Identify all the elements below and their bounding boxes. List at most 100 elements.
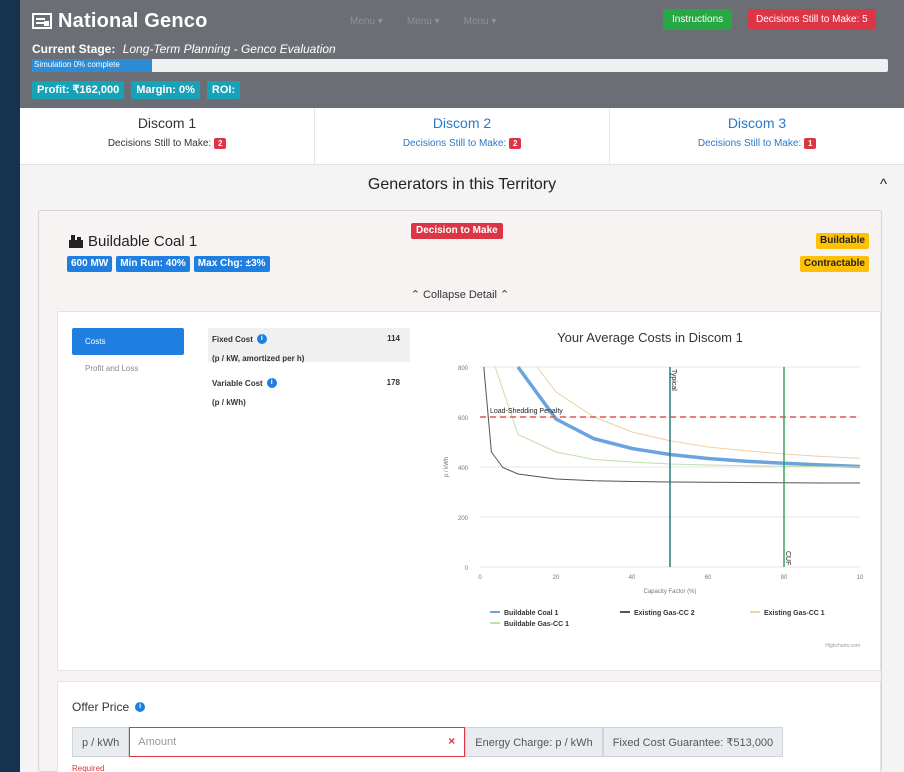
amount-input[interactable] <box>130 728 447 756</box>
legend-label: Buildable Gas-CC 1 <box>504 621 569 628</box>
x-axis-label: Capacity Factor (%) <box>643 589 696 595</box>
tab-sub-label: Decisions Still to Make: <box>107 138 212 149</box>
nav-costs[interactable]: Costs <box>72 328 184 355</box>
info-icon[interactable]: i <box>266 378 277 388</box>
clear-icon[interactable]: × <box>448 734 455 748</box>
cost-label: Variable Cost i <box>212 378 406 388</box>
ghost-nav-item[interactable]: Menu ▾ <box>407 16 440 27</box>
unit-addon: p / kWh <box>72 727 130 757</box>
chart-svg: Your Average Costs in Discom 1 0 200 400 600… <box>444 330 864 649</box>
energy-charge-addon: Energy Charge: p / kWh <box>465 727 603 757</box>
y-tick-label: 600 <box>458 416 469 422</box>
logo-icon <box>32 13 52 29</box>
fixed-cost-guarantee-addon: Fixed Cost Guarantee: ₹513,000 <box>602 727 784 757</box>
generator-name: Buildable Coal 1 <box>88 233 198 250</box>
ghost-nav: Menu ▾ Menu ▾ Menu ▾ <box>350 16 496 27</box>
contractable-badge: Contractable <box>799 256 869 272</box>
background-strip <box>0 0 20 772</box>
brand[interactable]: National Genco <box>32 8 208 34</box>
chart-title: Your Average Costs in Discom 1 <box>557 330 743 345</box>
kpi-bar: Profit: ₹162,000 Margin: 0% ROI: <box>32 81 241 99</box>
reference-label: Typical <box>670 369 677 391</box>
generator-title: Buildable Coal 1 <box>69 233 197 250</box>
margin-badge: Margin: 0% <box>131 81 200 99</box>
ghost-nav-item[interactable]: Menu ▾ <box>464 16 497 27</box>
x-tick-label: 80 <box>781 575 788 581</box>
capacity-badge: 600 MW <box>67 256 113 272</box>
current-stage: Current Stage: Long-Term Planning - Genc… <box>32 42 336 56</box>
fixed-cost-unit: (p / kW, amortized per h) <box>212 354 305 363</box>
nav-profit-and-loss[interactable]: Profit and Loss <box>72 355 184 382</box>
y-tick-label: 400 <box>458 466 469 472</box>
tab-subtitle: Decisions Still to Make: 1 <box>610 138 904 149</box>
y-tick-label: 0 <box>465 566 469 572</box>
tab-discom-2[interactable]: Discom 2 Decisions Still to Make: 2 <box>314 108 609 164</box>
chart-credit: Highcharts.com <box>825 643 860 649</box>
generator-card: Buildable Coal 1 600 MW Min Run: 40% Max… <box>38 210 882 772</box>
average-cost-chart: Your Average Costs in Discom 1 0 200 400 600… <box>430 322 870 662</box>
decision-to-make-badge: Decision to Make <box>411 223 503 239</box>
detail-side-nav: Costs Profit and Loss <box>72 328 184 382</box>
cost-label: Fixed Cost i <box>212 334 406 344</box>
tab-title: Discom 3 <box>727 115 787 131</box>
load-shedding-label: Load-Shedding Penalty <box>490 408 563 415</box>
chevron-up-icon[interactable]: ^ <box>880 176 887 193</box>
app-title: National Genco <box>58 9 208 32</box>
series-line-2 <box>536 366 861 459</box>
legend-label: Existing Gas-CC 2 <box>634 610 695 617</box>
tab-subtitle: Decisions Still to Make: 2 <box>20 138 314 149</box>
x-tick-label: 10 <box>857 575 864 581</box>
variable-cost-row: Variable Cost i (p / kWh) 178 <box>208 372 410 407</box>
buildable-badge: Buildable <box>815 233 869 249</box>
tab-discom-3[interactable]: Discom 3 Decisions Still to Make: 1 <box>609 108 904 164</box>
profit-badge: Profit: ₹162,000 <box>32 81 125 99</box>
section-title: Generators in this Territory <box>367 176 557 193</box>
factory-icon <box>69 235 83 248</box>
stage-value: Long-Term Planning - Genco Evaluation <box>122 42 336 56</box>
min-run-badge: Min Run: 40% <box>116 256 190 272</box>
info-icon[interactable]: i <box>256 334 267 344</box>
variable-cost-value: 178 <box>386 378 400 387</box>
decisions-remaining-button[interactable]: Decisions Still to Make: 5 <box>748 9 876 30</box>
tab-subtitle: Decisions Still to Make: 2 <box>315 138 609 149</box>
decision-count-badge: 2 <box>509 138 522 149</box>
legend-label: Existing Gas-CC 1 <box>764 610 825 617</box>
fixed-cost-row: Fixed Cost i (p / kW, amortized per h) 1… <box>208 328 410 363</box>
info-icon[interactable]: i <box>135 702 146 712</box>
y-tick-label: 800 <box>458 366 469 372</box>
tab-sub-label: Decisions Still to Make: <box>697 138 802 149</box>
tab-title: Discom 2 <box>432 115 492 131</box>
decision-count-badge: 2 <box>214 138 227 149</box>
cost-table: Fixed Cost i (p / kW, amortized per h) 1… <box>208 328 410 407</box>
offer-price-label: Offer Price i <box>72 700 146 714</box>
variable-cost-unit: (p / kWh) <box>212 398 246 407</box>
detail-panel: Costs Profit and Loss Fixed Cost i (p / … <box>57 311 881 671</box>
decision-count-badge: 1 <box>804 138 817 149</box>
offer-label-text: Offer Price <box>72 700 130 714</box>
stage-label: Current Stage: <box>32 42 116 56</box>
required-message: Required <box>72 764 105 772</box>
offer-input-group: p / kWh × Energy Charge: p / kWh Fixed C… <box>72 727 784 757</box>
fixed-cost-label: Fixed Cost <box>212 334 253 344</box>
tab-sub-label: Decisions Still to Make: <box>402 138 507 149</box>
instructions-button[interactable]: Instructions <box>663 9 733 30</box>
simulation-progress: Simulation 0% complete <box>32 59 888 72</box>
collapse-detail-toggle[interactable]: ⌃ Collapse Detail ⌃ <box>39 288 881 301</box>
fixed-cost-value: 114 <box>387 334 400 343</box>
top-header: National Genco Menu ▾ Menu ▾ Menu ▾ Inst… <box>20 0 904 108</box>
offer-panel: Offer Price i p / kWh × Energy Charge: p… <box>57 681 881 772</box>
y-tick-label: 200 <box>458 516 469 522</box>
x-tick-label: 40 <box>629 575 636 581</box>
reference-label: CUF <box>784 551 791 565</box>
y-axis-label: p / kWh <box>444 457 450 477</box>
x-tick-label: 60 <box>705 575 712 581</box>
legend-label: Buildable Coal 1 <box>504 610 559 617</box>
tab-discom-1[interactable]: Discom 1 Decisions Still to Make: 2 <box>20 108 314 164</box>
ghost-nav-item[interactable]: Menu ▾ <box>350 16 383 27</box>
x-tick-label: 20 <box>553 575 560 581</box>
discom-tabs: Discom 1 Decisions Still to Make: 2 Disc… <box>20 108 904 165</box>
app-window: National Genco Menu ▾ Menu ▾ Menu ▾ Inst… <box>20 0 904 772</box>
amount-field: × <box>129 727 466 757</box>
progress-text: Simulation 0% complete <box>34 60 120 69</box>
max-change-badge: Max Chg: ±3% <box>193 256 270 272</box>
